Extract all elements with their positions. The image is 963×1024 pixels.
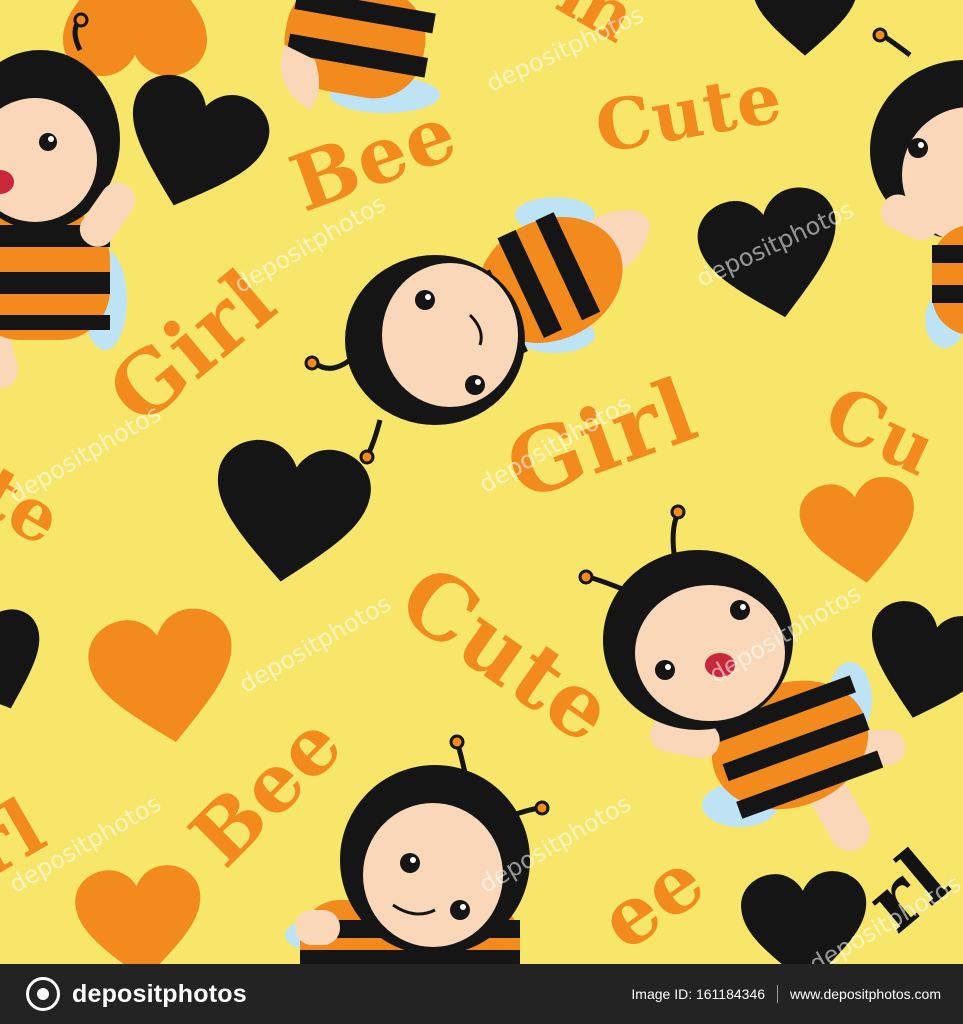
heart-icon [88, 608, 232, 743]
word-cute: te [0, 448, 78, 563]
watermark-text: depositphotos [234, 589, 396, 699]
word-girl: rl [0, 780, 61, 897]
word-cute: Cute [589, 55, 788, 169]
heart-icon [697, 187, 836, 318]
heart-icon [754, 0, 856, 56]
word-cute: Cu [812, 368, 950, 493]
pattern-canvas: m Bee Cute Girl Girl Cu te Cute Bee rl e… [0, 0, 963, 964]
image-id-label: Image ID: 161184346 [631, 986, 766, 1002]
word-cute: m [544, 0, 652, 60]
footer-meta: Image ID: 161184346 www.depositphotos.co… [631, 985, 941, 1003]
word-cute-prefix: Cute [589, 55, 789, 170]
word-bee: ee [582, 831, 722, 964]
depositphotos-logo-icon [26, 977, 60, 1011]
brand-name: depositphotos [72, 979, 247, 1008]
brand-logo[interactable]: depositphotos [26, 977, 247, 1011]
bee-girl-illustration [870, 27, 963, 348]
site-url-link[interactable]: www.depositphotos.com [790, 986, 941, 1002]
heart-icon [0, 609, 40, 709]
footer-bar: depositphotos Image ID: 161184346 www.de… [0, 964, 963, 1024]
footer-divider [777, 985, 779, 1003]
heart-icon [75, 865, 201, 964]
